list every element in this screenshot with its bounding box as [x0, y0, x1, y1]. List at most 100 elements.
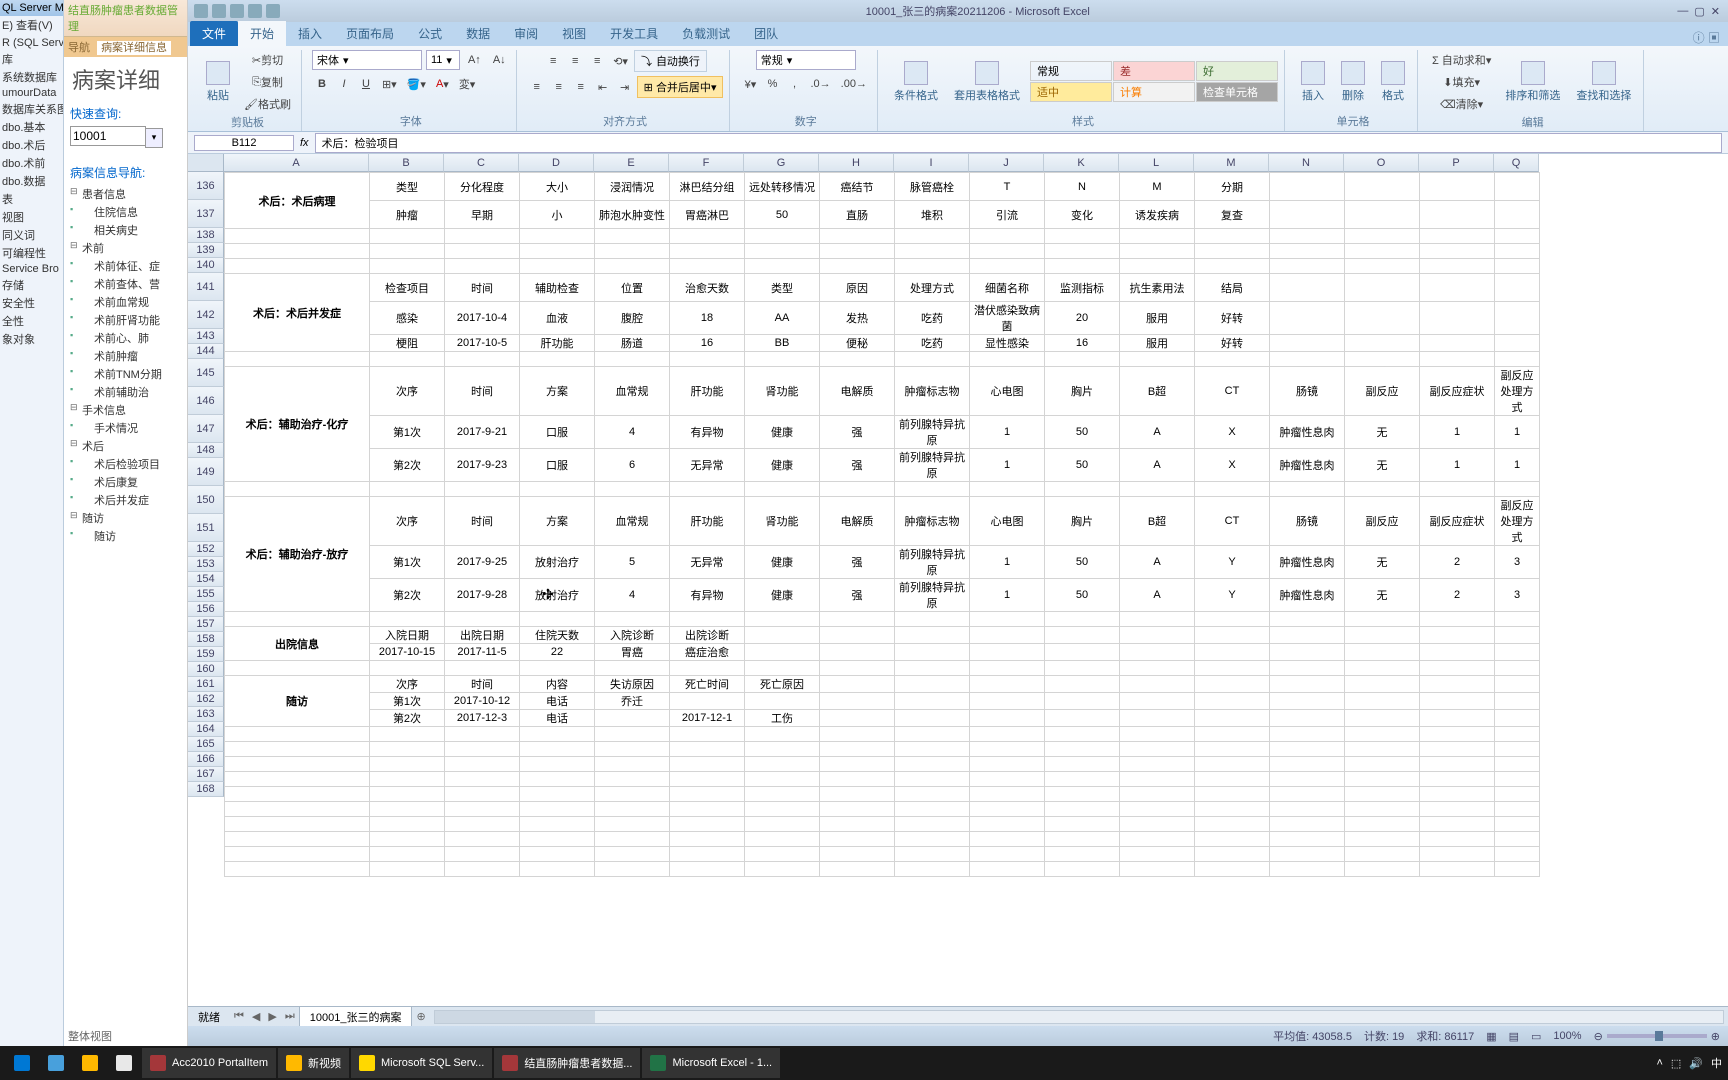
view-break-icon[interactable]: ▭ — [1531, 1030, 1541, 1043]
cell[interactable] — [595, 742, 670, 757]
cell[interactable] — [1270, 259, 1345, 274]
cell[interactable]: 无 — [1345, 579, 1420, 612]
cell[interactable]: 小 — [520, 201, 595, 229]
cell[interactable] — [1495, 676, 1540, 693]
taskbar-item[interactable]: 结直肠肿瘤患者数据... — [494, 1048, 640, 1078]
cell[interactable] — [1495, 817, 1540, 832]
dec-decimal-icon[interactable]: .00→ — [837, 74, 871, 94]
cell[interactable]: 2 — [1420, 579, 1495, 612]
cell[interactable] — [520, 862, 595, 877]
cell[interactable] — [1495, 772, 1540, 787]
cell[interactable] — [595, 862, 670, 877]
cell[interactable] — [1045, 757, 1120, 772]
taskbar-item[interactable] — [108, 1048, 140, 1078]
cell[interactable]: 类型 — [745, 274, 820, 302]
cell[interactable] — [670, 727, 745, 742]
cell[interactable] — [1345, 817, 1420, 832]
cell[interactable] — [1120, 627, 1195, 644]
cell[interactable] — [745, 772, 820, 787]
sql-tree-item[interactable]: E) 查看(V) — [0, 16, 63, 34]
cell[interactable] — [595, 482, 670, 497]
cell[interactable] — [1120, 757, 1195, 772]
cell[interactable] — [820, 676, 895, 693]
cell[interactable] — [445, 832, 520, 847]
cell[interactable] — [370, 482, 445, 497]
cell[interactable] — [1345, 352, 1420, 367]
cell[interactable]: 2017-9-23 — [445, 449, 520, 482]
cell[interactable] — [970, 352, 1045, 367]
underline-button[interactable]: U — [356, 74, 376, 94]
cell[interactable]: 50 — [745, 201, 820, 229]
cell[interactable]: A — [1120, 579, 1195, 612]
cell[interactable] — [1270, 244, 1345, 259]
cell[interactable] — [1195, 832, 1270, 847]
cell[interactable]: 肿瘤性息肉 — [1270, 416, 1345, 449]
taskbar-item[interactable]: Microsoft SQL Serv... — [351, 1048, 492, 1078]
cell[interactable]: 内容 — [520, 676, 595, 693]
cell[interactable] — [670, 832, 745, 847]
cell[interactable] — [445, 612, 520, 627]
cell[interactable] — [1270, 274, 1345, 302]
row-header[interactable]: 140 — [188, 258, 224, 273]
cell[interactable]: 16 — [1045, 335, 1120, 352]
cell[interactable]: 健康 — [745, 449, 820, 482]
cell[interactable] — [1495, 757, 1540, 772]
cell[interactable] — [520, 661, 595, 676]
cell[interactable] — [1270, 302, 1345, 335]
align-center-icon[interactable]: ≡ — [549, 77, 569, 97]
zoom-slider[interactable]: ⊖⊕ — [1594, 1030, 1720, 1043]
cell[interactable] — [1270, 862, 1345, 877]
sql-tree-item[interactable]: dbo.术后 — [0, 136, 63, 154]
delete-cells-button[interactable]: 删除 — [1335, 59, 1371, 105]
cell[interactable]: 肠道 — [595, 335, 670, 352]
cell[interactable] — [1345, 201, 1420, 229]
cell[interactable]: 方案 — [520, 367, 595, 416]
cell[interactable]: 1 — [970, 449, 1045, 482]
clear-button[interactable]: ⌫ 清除▾ — [1428, 94, 1495, 114]
sql-tree-item[interactable]: 库 — [0, 50, 63, 68]
cell[interactable] — [745, 832, 820, 847]
tree-leaf[interactable]: 术前辅助治 — [68, 383, 183, 401]
cell[interactable] — [520, 612, 595, 627]
quick-access-toolbar[interactable] — [188, 4, 286, 18]
fx-icon[interactable]: fx — [300, 137, 309, 149]
cell[interactable] — [1420, 201, 1495, 229]
format-table-button[interactable]: 套用表格格式 — [948, 59, 1026, 105]
tab-file[interactable]: 文件 — [190, 21, 238, 46]
cell[interactable] — [670, 817, 745, 832]
cell[interactable] — [445, 482, 520, 497]
cell[interactable] — [820, 612, 895, 627]
taskbar-item[interactable] — [40, 1048, 72, 1078]
horizontal-scrollbar[interactable] — [434, 1010, 1724, 1024]
cell[interactable]: 工伤 — [745, 710, 820, 727]
cell[interactable] — [445, 862, 520, 877]
cell[interactable]: 肿瘤性息肉 — [1270, 546, 1345, 579]
cell[interactable] — [1045, 259, 1120, 274]
tree-parent[interactable]: 手术信息 — [68, 401, 183, 419]
cell[interactable] — [1195, 727, 1270, 742]
tab-review[interactable]: 审阅 — [502, 21, 550, 46]
sql-tree-item[interactable]: dbo.基本 — [0, 118, 63, 136]
cell[interactable]: 术后：辅助治疗-放疗 — [225, 497, 370, 612]
cell[interactable] — [670, 787, 745, 802]
cell[interactable] — [1120, 742, 1195, 757]
cell[interactable] — [1420, 335, 1495, 352]
cell[interactable]: 肝功能 — [670, 497, 745, 546]
cell[interactable] — [970, 787, 1045, 802]
cell[interactable] — [1495, 302, 1540, 335]
align-mid-icon[interactable]: ≡ — [565, 51, 585, 71]
cell[interactable] — [895, 612, 970, 627]
cell[interactable] — [1195, 676, 1270, 693]
cell[interactable] — [520, 817, 595, 832]
column-header[interactable]: P — [1419, 154, 1494, 172]
italic-button[interactable]: I — [334, 74, 354, 94]
cell[interactable]: 肿瘤 — [370, 201, 445, 229]
cell[interactable]: 第2次 — [370, 449, 445, 482]
cell[interactable] — [520, 757, 595, 772]
cell[interactable]: 术后：术后病理 — [225, 173, 370, 229]
cell[interactable] — [520, 787, 595, 802]
cell[interactable] — [1270, 173, 1345, 201]
cell[interactable]: 16 — [670, 335, 745, 352]
cell[interactable] — [895, 229, 970, 244]
cell[interactable]: 肠镜 — [1270, 497, 1345, 546]
